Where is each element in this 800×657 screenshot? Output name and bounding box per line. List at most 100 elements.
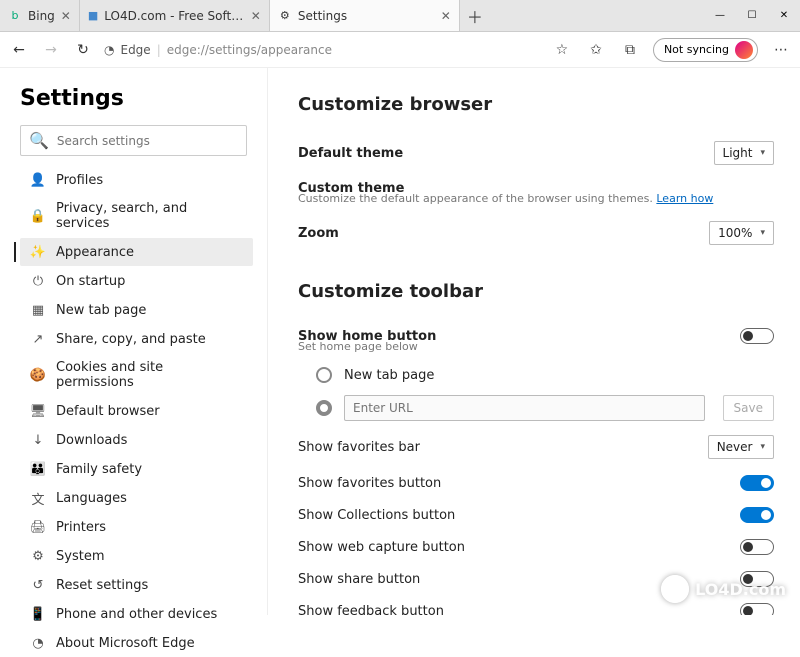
sidebar-item-label: Privacy, search, and services <box>56 201 243 231</box>
sidebar-item-cookies[interactable]: 🍪Cookies and site permissions <box>20 354 253 396</box>
sidebar-item-label: Languages <box>56 491 127 506</box>
section-customize-browser: Customize browser <box>298 94 774 115</box>
search-input-wrap[interactable]: 🔍 <box>20 125 247 156</box>
watermark-icon <box>661 575 689 603</box>
sidebar-item-phone[interactable]: 📱 Phone and other devices <box>20 600 253 628</box>
share-button-label: Show share button <box>298 572 420 587</box>
feedback-button-toggle[interactable] <box>740 603 774 615</box>
sidebar-item-startup[interactable]: ⏻On startup <box>20 267 253 295</box>
sidebar-item-system[interactable]: ⚙System <box>20 542 253 570</box>
sidebar-item-label: Downloads <box>56 433 127 448</box>
url-text: edge://settings/appearance <box>167 43 332 57</box>
sidebar-item-label: About Microsoft Edge <box>56 636 195 651</box>
edge-icon: ◔ <box>30 635 46 651</box>
save-button[interactable]: Save <box>723 395 774 421</box>
home-button-toggle[interactable] <box>740 328 774 344</box>
sidebar-item-default-browser[interactable]: 🖥Default browser <box>20 397 253 425</box>
radio-url[interactable] <box>316 400 332 416</box>
toolbar-trail: ☆ ✩ ⧉ Not syncing ⋯ <box>551 38 792 62</box>
favorites-bar-label: Show favorites bar <box>298 440 420 455</box>
reset-icon: ↺ <box>30 577 46 593</box>
tab-lo4d[interactable]: ■ LO4D.com - Free Software Down ✕ <box>80 0 270 31</box>
close-icon[interactable]: ✕ <box>251 9 261 23</box>
capture-button-toggle[interactable] <box>740 539 774 555</box>
capture-button-label: Show web capture button <box>298 540 465 555</box>
newtab-icon: ▦ <box>30 302 46 318</box>
sidebar-item-reset[interactable]: ↺Reset settings <box>20 571 253 599</box>
sidebar-item-newtab[interactable]: ▦New tab page <box>20 296 253 324</box>
appearance-icon: ✨ <box>30 244 46 260</box>
learn-how-link[interactable]: Learn how <box>656 192 713 205</box>
zoom-label: Zoom <box>298 226 339 241</box>
profile-button[interactable]: Not syncing <box>653 38 758 62</box>
tab-label: Settings <box>298 9 347 23</box>
row-collections-button: Show Collections button <box>298 499 774 531</box>
chevron-down-icon: ▾ <box>760 228 765 238</box>
maximize-button[interactable]: ☐ <box>736 0 768 31</box>
chevron-down-icon: ▾ <box>760 442 765 452</box>
tab-bing[interactable]: b Bing ✕ <box>0 0 80 31</box>
family-icon: 👪 <box>30 461 46 477</box>
sidebar-item-languages[interactable]: 文Languages <box>20 484 253 512</box>
sidebar-item-label: Cookies and site permissions <box>56 360 243 390</box>
sidebar-item-label: Printers <box>56 520 106 535</box>
sidebar-item-about[interactable]: ◔ About Microsoft Edge <box>20 629 253 657</box>
watermark-text: LO4D.com <box>695 580 786 599</box>
edge-label: Edge <box>120 43 150 57</box>
close-icon[interactable]: ✕ <box>61 9 71 23</box>
sidebar-item-profiles[interactable]: 👤 Profiles <box>20 166 253 194</box>
phone-icon: 📱 <box>30 606 46 622</box>
sidebar-item-share[interactable]: ↗Share, copy, and paste <box>20 325 253 353</box>
favorite-icon[interactable]: ☆ <box>551 39 573 61</box>
settings-title: Settings <box>14 86 253 111</box>
minimize-button[interactable]: — <box>704 0 736 31</box>
sidebar-item-label: Profiles <box>56 173 103 188</box>
watermark: LO4D.com <box>661 575 786 603</box>
sidebar-item-family[interactable]: 👪 Family safety <box>20 455 253 483</box>
new-tab-button[interactable]: ＋ <box>460 0 490 31</box>
close-icon[interactable]: ✕ <box>441 9 451 23</box>
window-close-button[interactable]: ✕ <box>768 0 800 31</box>
window-controls: — ☐ ✕ <box>704 0 800 31</box>
forward-button[interactable]: → <box>40 39 62 61</box>
sidebar-item-label: Phone and other devices <box>56 607 217 622</box>
zoom-select[interactable]: 100% ▾ <box>709 221 774 245</box>
lock-icon: 🔒 <box>30 208 46 224</box>
radio-newtab[interactable] <box>316 367 332 383</box>
radio-newtab-row[interactable]: New tab page <box>298 361 774 389</box>
download-icon: ↓ <box>30 432 46 448</box>
home-url-input[interactable] <box>344 395 705 421</box>
collections-icon[interactable]: ⧉ <box>619 39 641 61</box>
tab-label: LO4D.com - Free Software Down <box>104 9 245 23</box>
site-icon: ■ <box>88 9 98 23</box>
more-icon[interactable]: ⋯ <box>770 39 792 61</box>
search-input[interactable] <box>57 134 238 148</box>
sidebar-item-printers[interactable]: 🖨Printers <box>20 513 253 541</box>
toolbar: ← → ↻ ◔ Edge | edge://settings/appearanc… <box>0 32 800 68</box>
sidebar: Settings 🔍 👤 Profiles 🔒 Privacy, search, a… <box>0 68 268 615</box>
content: Settings 🔍 👤 Profiles 🔒 Privacy, search, a… <box>0 68 800 615</box>
radio-url-row[interactable]: Save <box>298 389 774 427</box>
radio-newtab-label: New tab page <box>344 368 434 383</box>
default-theme-select[interactable]: Light ▾ <box>714 141 774 165</box>
refresh-button[interactable]: ↻ <box>72 39 94 61</box>
sidebar-item-appearance[interactable]: ✨Appearance <box>20 238 253 266</box>
favorites-menu-icon[interactable]: ✩ <box>585 39 607 61</box>
edge-icon: ◔ <box>104 43 114 57</box>
favorites-bar-select[interactable]: Never ▾ <box>708 435 774 459</box>
profile-icon: 👤 <box>30 172 46 188</box>
row-capture-button: Show web capture button <box>298 531 774 563</box>
sidebar-item-downloads[interactable]: ↓ Downloads <box>20 426 253 454</box>
address-bar[interactable]: ◔ Edge | edge://settings/appearance <box>104 43 332 57</box>
tab-label: Bing <box>28 9 55 23</box>
row-favorites-bar: Show favorites bar Never ▾ <box>298 427 774 467</box>
collections-button-toggle[interactable] <box>740 507 774 523</box>
sidebar-item-privacy[interactable]: 🔒 Privacy, search, and services <box>20 195 253 237</box>
sidebar-item-label: Family safety <box>56 462 142 477</box>
sidebar-item-label: On startup <box>56 274 125 289</box>
tab-settings[interactable]: ⚙ Settings ✕ <box>270 0 460 31</box>
back-button[interactable]: ← <box>8 39 30 61</box>
search-icon: 🔍 <box>29 131 49 150</box>
favorites-button-toggle[interactable] <box>740 475 774 491</box>
avatar <box>735 41 753 59</box>
